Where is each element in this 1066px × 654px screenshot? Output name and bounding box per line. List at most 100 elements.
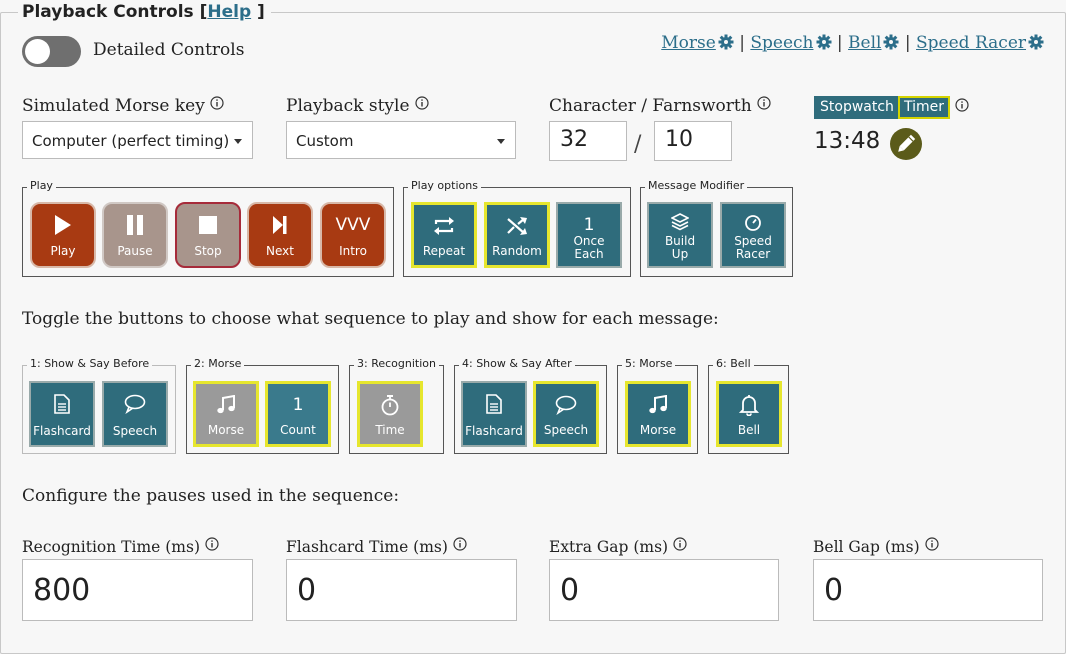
morse-key-value: Computer (perfect timing) (32, 132, 230, 150)
morse-key-label: Simulated Morse key (22, 96, 224, 116)
toggle-knob (25, 39, 50, 64)
speech-bubble-icon (124, 394, 146, 414)
sequence-step-4: 4: Show & Say After Flashcard Speech (454, 357, 607, 454)
bell-gap-label-text: Bell Gap (ms) (813, 538, 920, 556)
gear-icon[interactable] (718, 34, 734, 50)
play-options-title: Play options (408, 179, 481, 192)
speed-racer-settings-link[interactable]: Speed Racer (916, 33, 1026, 53)
play-group-title: Play (27, 179, 56, 192)
before-flashcard-toggle[interactable]: Flashcard (29, 381, 95, 447)
speech-bubble-icon (555, 395, 577, 415)
sequence-instructions: Toggle the buttons to choose what sequen… (22, 309, 719, 329)
recognition-time-input[interactable]: 800 (22, 559, 253, 621)
pause-button-label: Pause (117, 244, 153, 258)
speed-racer-label-line1: Speed (734, 234, 772, 248)
flashcard-time-input[interactable]: 0 (286, 559, 517, 621)
count-toggle[interactable]: 1 Count (265, 381, 331, 447)
farnsworth-speed-input[interactable]: 10 (654, 121, 732, 161)
info-icon[interactable] (955, 98, 969, 112)
info-icon[interactable] (453, 537, 467, 551)
timer-button[interactable]: Timer (898, 96, 951, 119)
info-icon[interactable] (925, 537, 939, 551)
detailed-controls-toggle[interactable] (22, 36, 81, 67)
second-morse-label: Morse (639, 423, 677, 437)
next-button-label: Next (266, 244, 294, 258)
random-toggle[interactable]: Random (484, 202, 550, 268)
morse-key-select[interactable]: Computer (perfect timing) (22, 121, 253, 159)
morse-toggle[interactable]: Morse (193, 381, 259, 447)
random-label: Random (492, 244, 542, 258)
gear-icon[interactable] (816, 34, 832, 50)
once-each-label-line1: Once (573, 234, 605, 248)
sequence-step-1: 1: Show & Say Before Flashcard Speech (22, 357, 176, 454)
link-separator: | (904, 33, 911, 53)
after-speech-toggle[interactable]: Speech (533, 381, 599, 447)
bell-settings-link[interactable]: Bell (848, 33, 881, 53)
after-flashcard-toggle[interactable]: Flashcard (461, 381, 527, 447)
info-icon[interactable] (673, 537, 687, 551)
shuffle-icon (507, 217, 527, 235)
help-link[interactable]: Help (207, 2, 251, 22)
stopwatch-button[interactable]: Stopwatch (814, 96, 900, 119)
playback-style-label: Playback style (286, 96, 429, 116)
music-note-icon (649, 395, 667, 414)
speedometer-icon (745, 215, 761, 231)
edit-timer-button[interactable] (890, 128, 922, 160)
stop-button[interactable]: Stop (175, 202, 241, 268)
bell-toggle[interactable]: Bell (716, 381, 782, 447)
timer-display: 13:48 (814, 128, 881, 154)
next-button[interactable]: Next (247, 202, 313, 268)
speech-settings-link[interactable]: Speech (750, 33, 813, 53)
step-2-title: 2: Morse (191, 357, 245, 370)
info-icon[interactable] (210, 96, 224, 110)
once-each-toggle[interactable]: 1 Once Each (556, 202, 622, 268)
pause-button[interactable]: Pause (102, 202, 168, 268)
repeat-toggle[interactable]: Repeat (411, 202, 477, 268)
second-morse-toggle[interactable]: Morse (625, 381, 691, 447)
gear-icon[interactable] (883, 34, 899, 50)
sequence-step-3: 3: Recognition Time (349, 357, 444, 454)
layers-icon (671, 213, 689, 231)
message-modifier-group: Message Modifier Build Up Speed Racer (640, 179, 793, 277)
speed-racer-label-line2: Racer (735, 247, 771, 261)
morse-key-label-text: Simulated Morse key (22, 96, 205, 116)
step-1-title: 1: Show & Say Before (27, 357, 153, 370)
recognition-time-toggle[interactable]: Time (357, 381, 423, 447)
gear-icon[interactable] (1028, 34, 1044, 50)
before-speech-toggle[interactable]: Speech (102, 381, 168, 447)
build-up-toggle[interactable]: Build Up (647, 202, 713, 268)
after-speech-label: Speech (543, 423, 589, 437)
before-speech-label: Speech (112, 424, 158, 438)
intro-button[interactable]: VVV Intro (320, 202, 386, 268)
pauses-instructions: Configure the pauses used in the sequenc… (22, 486, 400, 506)
after-flashcard-label: Flashcard (465, 424, 523, 438)
morse-settings-link[interactable]: Morse (661, 33, 716, 53)
flashcard-time-label-text: Flashcard Time (ms) (286, 538, 448, 556)
extra-gap-label: Extra Gap (ms) (549, 537, 687, 556)
bell-label: Bell (737, 423, 761, 437)
info-icon[interactable] (414, 96, 429, 110)
playback-style-select[interactable]: Custom (286, 121, 516, 159)
morse-label: Morse (207, 423, 245, 437)
stop-icon (199, 216, 217, 234)
play-button[interactable]: Play (30, 202, 96, 268)
speed-racer-toggle[interactable]: Speed Racer (720, 202, 786, 268)
count-label: Count (280, 423, 316, 437)
extra-gap-input[interactable]: 0 (549, 559, 779, 621)
bell-gap-label: Bell Gap (ms) (813, 537, 939, 556)
one-icon: 1 (292, 395, 304, 415)
bell-gap-input[interactable]: 0 (813, 559, 1043, 621)
character-speed-input[interactable]: 32 (549, 121, 627, 161)
sequence-step-5: 5: Morse Morse (617, 357, 698, 454)
bell-icon (739, 395, 759, 416)
info-icon[interactable] (757, 96, 771, 110)
settings-links: Morse | Speech | Bell | Speed Racer (661, 33, 1044, 53)
info-icon[interactable] (205, 537, 219, 551)
next-icon (273, 216, 287, 234)
chevron-down-icon (497, 139, 505, 144)
play-options-group: Play options Repeat Random 1 Once Each (403, 179, 631, 277)
panel-title: Playback Controls [Help ] (18, 2, 271, 22)
panel-title-text: Playback Controls (22, 2, 194, 22)
playback-style-label-text: Playback style (286, 96, 410, 116)
recognition-time-label: Recognition Time (ms) (22, 537, 219, 556)
